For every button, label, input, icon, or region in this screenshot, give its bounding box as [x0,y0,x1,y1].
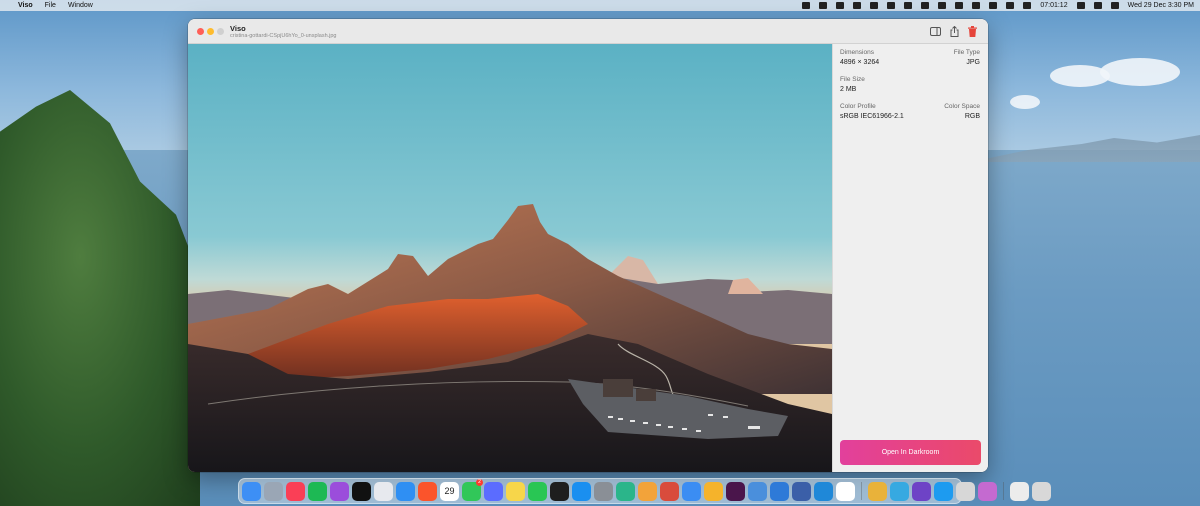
dimensions-value: 4896 × 3264 [840,59,880,66]
status-app-icon[interactable] [870,2,879,9]
spotlight-icon[interactable] [1093,2,1102,9]
brave-icon[interactable] [418,481,437,501]
launchpad-icon[interactable] [264,481,283,501]
app-store-icon[interactable] [572,481,591,501]
spotify-icon[interactable] [308,481,327,501]
minimize-window-button[interactable] [207,28,214,35]
bluetooth-icon[interactable] [989,2,998,9]
image-preview [188,44,832,472]
volume-icon[interactable] [972,2,981,9]
status-app-icon[interactable] [904,2,913,9]
mosaic-icon[interactable] [484,481,503,501]
menu-window[interactable]: Window [68,2,93,9]
menu-clock[interactable]: Wed 29 Dec 3:30 PM [1128,2,1194,9]
mail-icon[interactable] [682,481,701,501]
system-preferences-icon[interactable] [594,481,613,501]
info-panel: Dimensions 4896 × 3264 File Type JPG Fil… [832,44,988,472]
viso-window: Viso cristina-gottardi-CSpjU6hYo_0-unspl… [188,19,988,472]
desktop-cloud [1010,95,1040,109]
dock: 29 2 [238,478,1051,504]
calendar-day-text: 29 [444,485,455,496]
menu-app-name[interactable]: Viso [18,2,33,9]
sketch-icon[interactable] [704,481,723,501]
menu-file[interactable]: File [45,2,56,9]
battery-icon[interactable] [1023,2,1032,9]
jar-icon[interactable] [956,481,975,501]
siri-icon[interactable] [1110,2,1119,9]
affinity-icon[interactable] [660,481,679,501]
apple-tv-icon[interactable] [352,481,371,501]
status-app-icon[interactable] [853,2,862,9]
window-subtitle: cristina-gottardi-CSpjU6hYo_0-unsplash.j… [230,33,337,39]
status-app-icon[interactable] [887,2,896,9]
status-app-icon[interactable] [955,2,964,9]
preview-icon[interactable] [748,481,767,501]
wifi-icon[interactable] [1006,2,1015,9]
file-type-label: File Type [953,49,980,56]
chatgpt-icon[interactable] [616,481,635,501]
status-app-icon[interactable] [938,2,947,9]
file-size-label: File Size [840,76,865,83]
timer-text[interactable]: 07:01:12 [1040,2,1067,9]
vscode-icon[interactable] [814,481,833,501]
color-space-value: RGB [964,113,980,120]
control-center-icon[interactable] [1076,2,1085,9]
app-grid-icon[interactable] [374,481,393,501]
toggle-sidebar-button[interactable] [930,26,941,37]
darkroom-icon[interactable] [638,481,657,501]
dock-separator [1003,482,1004,500]
open-in-darkroom-button[interactable]: Open In Darkroom [840,440,981,465]
mosaic-grid-icon[interactable] [792,481,811,501]
messages-icon[interactable]: 2 [462,478,483,501]
share-icon [950,26,959,37]
window-title: Viso [230,24,246,33]
music-icon[interactable] [286,481,305,501]
status-app-icon[interactable] [836,2,845,9]
menu-bar: Viso File Window 07:01:12 Wed 29 Dec 3:3… [0,0,1200,11]
status-app-icon[interactable] [819,2,828,9]
notes-icon[interactable] [506,481,525,501]
color-profile-value: sRGB IEC61966-2.1 [840,113,904,120]
share-button[interactable] [949,26,960,37]
slack-icon[interactable] [726,481,745,501]
telegram-icon[interactable] [890,481,909,501]
file-size-value: 2 MB [840,86,857,93]
dock-separator [861,482,862,500]
podcasts-icon[interactable] [330,481,349,501]
dimensions-label: Dimensions [840,49,874,56]
title-bar[interactable]: Viso cristina-gottardi-CSpjU6hYo_0-unspl… [188,19,988,44]
trash-icon [968,26,977,37]
photo-icon[interactable] [978,481,997,501]
terminal-icon[interactable] [550,481,569,501]
messages-badge: 2 [476,478,483,486]
desktop-cloud [1100,58,1180,86]
color-profile-label: Color Profile [840,103,876,110]
github-icon[interactable] [912,481,931,501]
file-type-value: JPG [966,59,980,66]
facetime-icon[interactable] [528,481,547,501]
delete-button[interactable] [967,26,978,37]
calendar-icon[interactable]: 29 [440,481,459,501]
close-window-button[interactable] [197,28,204,35]
color-space-label: Color Space [944,103,980,110]
chrome-icon[interactable] [836,481,855,501]
twitter-icon[interactable] [934,481,953,501]
status-app-icon[interactable] [802,2,811,9]
zoom-window-button[interactable] [217,28,224,35]
safari-icon[interactable] [396,481,415,501]
preview-glasses-icon[interactable] [868,481,887,501]
sidebar-icon [930,27,941,36]
mountain-photo [188,44,832,472]
xcode-icon[interactable] [770,481,789,501]
trash-icon[interactable] [1032,481,1051,501]
document-icon[interactable] [1010,481,1029,501]
menu-extras: 07:01:12 Wed 29 Dec 3:30 PM [802,2,1194,9]
status-app-icon[interactable] [921,2,930,9]
finder-icon[interactable] [242,481,261,501]
